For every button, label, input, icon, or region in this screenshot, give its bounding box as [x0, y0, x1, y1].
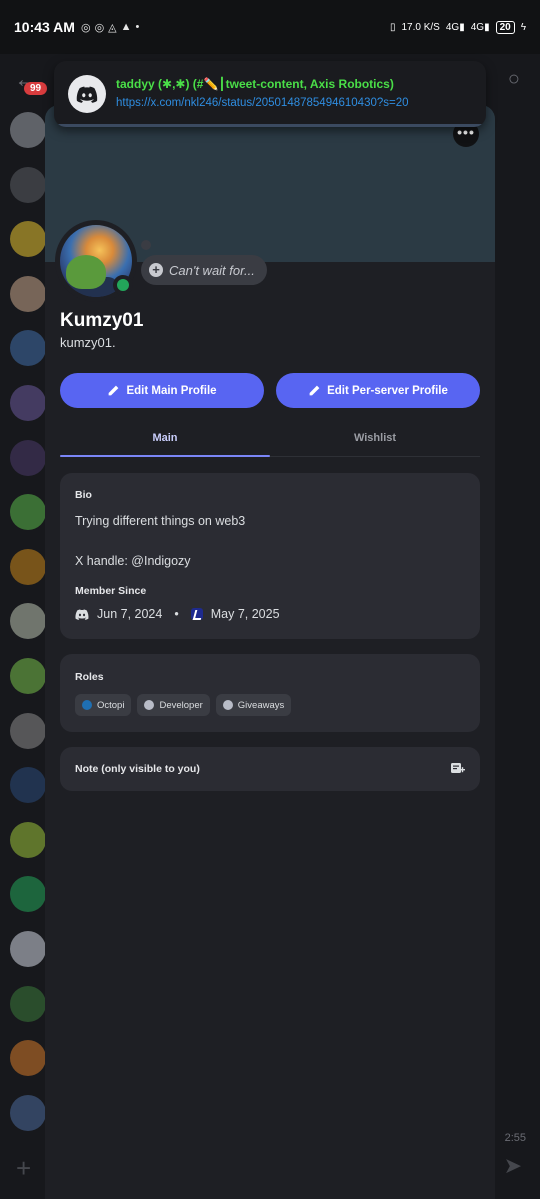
role-color-dot: [222, 700, 233, 710]
charging-icon: ϟ: [520, 21, 526, 33]
role-name: Giveaways: [237, 699, 285, 711]
server-list: [10, 112, 48, 1149]
notification-title: taddyy (✱,✱) (#✏️┃tweet-content, Axis Ro…: [116, 77, 394, 91]
tab-main[interactable]: Main: [60, 423, 270, 457]
member-since-row: Jun 7, 2024 • May 7, 2025: [75, 607, 465, 621]
pencil-icon: [109, 385, 119, 396]
server-icon: [10, 876, 46, 913]
bio-title: Bio: [75, 489, 92, 501]
vibrate-icon: ▯: [389, 21, 396, 33]
send-icon: ➤: [503, 1153, 522, 1178]
server-icon: [10, 603, 46, 640]
discord-notification[interactable]: taddyy (✱,✱) (#✏️┃tweet-content, Axis Ro…: [54, 61, 486, 127]
server-icon: [10, 384, 46, 421]
profile-tabs: Main Wishlist: [60, 423, 480, 457]
search-icon: ○: [507, 68, 520, 90]
dot-icon: •: [135, 20, 140, 33]
server-icon: [10, 112, 46, 148]
bio-card: Bio Trying different things on web3 X ha…: [60, 473, 480, 639]
notification-progress: [54, 124, 486, 127]
server-icon: [10, 548, 46, 585]
snapchat-icon: ◬: [108, 21, 117, 34]
plus-icon: +: [16, 1153, 32, 1183]
role-chip[interactable]: Giveaways: [215, 694, 292, 716]
server-icon: [10, 985, 46, 1022]
notification-link[interactable]: https://x.com/nkl246/status/205014878549…: [116, 97, 409, 109]
server-icon: [10, 930, 46, 967]
discord-logo-icon: [75, 608, 89, 620]
custom-status-button[interactable]: + Can't wait for...: [141, 255, 267, 285]
role-color-dot: [82, 700, 92, 710]
edit-per-server-profile-button[interactable]: Edit Per-server Profile: [276, 373, 480, 408]
server-icon: [10, 330, 46, 367]
edit-main-profile-label: Edit Main Profile: [126, 384, 217, 397]
server-join-date: May 7, 2025: [210, 607, 280, 621]
roles-title: Roles: [75, 671, 104, 683]
server-icon: [10, 821, 46, 858]
server-icon: [10, 166, 46, 203]
edit-per-server-profile-label: Edit Per-server Profile: [327, 384, 448, 397]
server-icon: [10, 439, 46, 476]
member-since-title: Member Since: [75, 585, 147, 597]
roles-card: Roles Octopi Developer Giveaways: [60, 654, 480, 732]
server-icon: [10, 657, 46, 694]
signal-2: 4G▮: [470, 21, 490, 33]
role-name: Developer: [159, 699, 203, 711]
username: kumzy01.: [60, 335, 116, 350]
roles-list: Octopi Developer Giveaways: [75, 694, 465, 716]
bio-text: Trying different things on web3 X handle…: [75, 514, 246, 568]
whatsapp-icon-2: ◎: [94, 21, 105, 34]
server-icon: [10, 1040, 46, 1077]
server-icon: [10, 1094, 46, 1131]
role-name: Octopi: [97, 699, 125, 711]
separator-dot: •: [174, 607, 179, 621]
note-add-icon: [451, 763, 465, 773]
edit-buttons: Edit Main Profile Edit Per-server Profil…: [60, 373, 480, 408]
note-label: Note (only visible to you): [75, 763, 200, 775]
discord-logo-icon: [68, 75, 106, 113]
battery-indicator: 20: [495, 20, 515, 34]
online-status-icon: [113, 275, 133, 295]
status-bubble-tail: [141, 240, 151, 250]
profile-sheet: ••• + Can't wait for... Kumzy01 kumzy01.…: [45, 105, 495, 1199]
custom-status-text: Can't wait for...: [169, 262, 255, 278]
status-right: ▯ 17.0 K/S 4G▮ 4G▮ 20 ϟ: [389, 20, 526, 34]
note-card[interactable]: Note (only visible to you): [60, 747, 480, 791]
tab-wishlist[interactable]: Wishlist: [270, 423, 480, 456]
role-chip[interactable]: Developer: [137, 694, 210, 716]
server-icon: [10, 275, 46, 312]
signal-1: 4G▮: [445, 21, 465, 33]
server-icon: [10, 494, 46, 531]
role-color-dot: [144, 700, 155, 710]
notification-icons: ◎ ◎ ◬ ▲ •: [81, 21, 139, 34]
status-bar: 10:43 AM ◎ ◎ ◬ ▲ • ▯ 17.0 K/S 4G▮ 4G▮ 20…: [0, 0, 540, 54]
unread-badge: 99: [24, 82, 48, 95]
server-icon: [10, 221, 46, 258]
status-time: 10:43 AM: [14, 19, 75, 35]
display-name: Kumzy01: [60, 310, 144, 331]
role-chip[interactable]: Octopi: [75, 694, 132, 716]
whatsapp-icon: ◎: [80, 21, 91, 34]
pencil-icon: [309, 385, 320, 396]
edit-main-profile-button[interactable]: Edit Main Profile: [60, 373, 264, 408]
server-logo-icon: [190, 608, 203, 620]
discord-join-date: Jun 7, 2024: [97, 607, 163, 621]
network-speed: 17.0 K/S: [401, 21, 440, 33]
avatar-frog: [66, 255, 106, 289]
add-status-icon: +: [149, 263, 163, 277]
server-icon: [10, 712, 46, 749]
app-icon: ▲: [120, 20, 132, 33]
server-icon: [10, 767, 46, 804]
